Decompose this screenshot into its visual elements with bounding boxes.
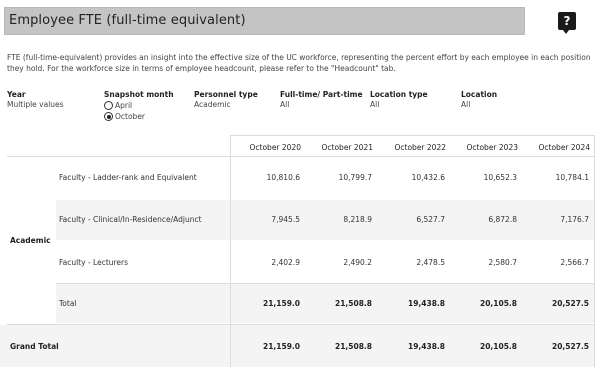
divider bbox=[594, 135, 595, 367]
total-cell: 20,527.5 bbox=[551, 299, 589, 308]
grand-total-cell: 21,159.0 bbox=[262, 342, 300, 351]
table-cell: 2,580.7 bbox=[488, 258, 517, 267]
total-cell: 21,159.0 bbox=[262, 299, 300, 308]
table-cell: 8,218.9 bbox=[343, 215, 372, 224]
table-cell: 2,566.7 bbox=[560, 258, 589, 267]
grand-total-cell: 20,527.5 bbox=[551, 342, 589, 351]
total-cell: 21,508.8 bbox=[334, 299, 372, 308]
total-cell: 19,438.8 bbox=[407, 299, 445, 308]
divider bbox=[230, 135, 594, 136]
fte-table: October 2020 October 2021 October 2022 O… bbox=[0, 0, 600, 369]
table-cell: 2,402.9 bbox=[271, 258, 300, 267]
column-header: October 2020 bbox=[249, 143, 302, 152]
grand-total-cell: 21,508.8 bbox=[334, 342, 372, 351]
column-header: October 2022 bbox=[394, 143, 447, 152]
divider bbox=[230, 135, 231, 367]
grand-total-cell: 19,438.8 bbox=[407, 342, 445, 351]
grand-total-label: Grand Total bbox=[10, 342, 59, 351]
divider bbox=[7, 156, 594, 157]
divider bbox=[7, 324, 594, 325]
grand-total-cell: 20,105.8 bbox=[479, 342, 517, 351]
column-header: October 2024 bbox=[538, 143, 591, 152]
table-cell: 2,490.2 bbox=[343, 258, 372, 267]
total-label: Total bbox=[59, 299, 77, 308]
column-header: October 2023 bbox=[466, 143, 519, 152]
total-cell: 20,105.8 bbox=[479, 299, 517, 308]
table-cell: 10,810.6 bbox=[266, 173, 300, 182]
table-cell: 10,799.7 bbox=[338, 173, 372, 182]
table-cell: 7,945.5 bbox=[271, 215, 300, 224]
table-cell: 7,176.7 bbox=[560, 215, 589, 224]
row-label: Faculty - Clinical/In-Residence/Adjunct bbox=[59, 215, 202, 224]
row-label: Faculty - Ladder-rank and Equivalent bbox=[59, 173, 197, 182]
divider bbox=[56, 283, 594, 284]
row-label: Faculty - Lecturers bbox=[59, 258, 129, 267]
table-cell: 10,784.1 bbox=[555, 173, 589, 182]
table-cell: 6,527.7 bbox=[416, 215, 445, 224]
table-cell: 2,478.5 bbox=[416, 258, 445, 267]
table-cell: 10,652.3 bbox=[483, 173, 517, 182]
group-label-academic: Academic bbox=[10, 236, 51, 245]
table-cell: 10,432.6 bbox=[411, 173, 445, 182]
table-cell: 6,872.8 bbox=[488, 215, 517, 224]
column-header: October 2021 bbox=[321, 143, 374, 152]
